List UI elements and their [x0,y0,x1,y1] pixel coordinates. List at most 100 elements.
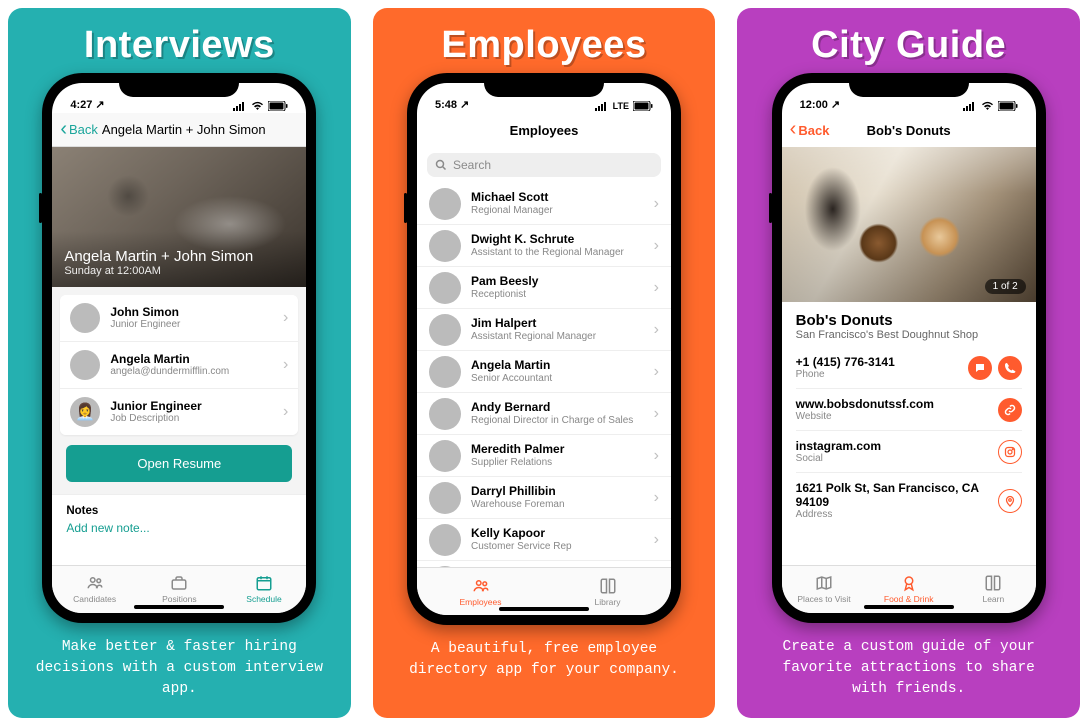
add-note-link[interactable]: Add new note... [52,521,306,549]
chevron-right-icon: › [283,403,288,421]
list-row[interactable]: Andy BernardRegional Director in Charge … [417,393,671,435]
instagram-icon[interactable] [998,440,1022,464]
lte-label: LTE [613,101,629,111]
chevron-right-icon: › [654,321,659,339]
battery-icon [998,101,1018,111]
back-button[interactable]: Back [60,122,98,137]
place-title: Bob's Donuts [796,312,1022,329]
chevron-right-icon: › [283,309,288,327]
phone-icon[interactable] [998,356,1022,380]
info-row: 1621 Polk St, San Francisco, CA 94109Add… [796,472,1022,528]
avatar [429,398,461,430]
panel-title: Interviews [84,24,275,67]
tab-schedule[interactable]: Schedule [222,566,307,613]
people-icon [472,577,490,595]
panel-employees: Employees 5:48↗ LTE Employees Search Mic… [373,8,716,718]
home-indicator[interactable] [499,607,589,611]
chevron-right-icon: › [654,447,659,465]
chevron-right-icon: › [654,531,659,549]
status-time: 5:48 [435,99,457,111]
hero-title: Angela Martin + John Simon [64,248,294,265]
home-indicator[interactable] [134,605,224,609]
list-row[interactable]: Darryl PhillibinWarehouse Foreman› [417,477,671,519]
list-row[interactable]: John SimonJunior Engineer › [60,295,298,342]
hero-image[interactable]: 1 of 2 [782,147,1036,302]
notes-label: Notes [52,494,306,521]
list-row[interactable]: Pam BeeslyReceptionist› [417,267,671,309]
nav-title: Bob's Donuts [867,123,951,138]
open-resume-button[interactable]: Open Resume [66,445,292,482]
home-indicator[interactable] [864,605,954,609]
briefcase-icon [170,574,188,592]
list-row[interactable]: Michael ScottRegional Manager› [417,183,671,225]
chat-icon[interactable] [968,356,992,380]
phone-notch [849,73,969,97]
pin-icon[interactable] [998,489,1022,513]
chevron-right-icon: › [283,356,288,374]
list-row[interactable]: 👩‍💼 Junior EngineerJob Description › [60,389,298,435]
search-icon [435,159,447,171]
status-time: 12:00 [800,99,828,111]
list-row[interactable]: Jim HalpertAssistant Regional Manager› [417,309,671,351]
chevron-right-icon: › [654,237,659,255]
nav-bar: Employees [417,113,671,147]
avatar [429,356,461,388]
calendar-icon [255,574,273,592]
panel-title: City Guide [811,24,1006,67]
panel-city-guide: City Guide 12:00↗ Back Bob's Donuts 1 of… [737,8,1080,718]
people-icon [86,574,104,592]
map-icon [815,574,833,592]
avatar: 👩‍💼 [70,397,100,427]
tab-places[interactable]: Places to Visit [782,566,867,613]
list-row[interactable]: Angela MartinSenior Accountant› [417,351,671,393]
tab-learn[interactable]: Learn [951,566,1036,613]
nav-bar: Back Bob's Donuts [782,113,1036,147]
location-icon: ↗ [95,98,104,111]
list-row[interactable]: Meredith PalmerSupplier Relations› [417,435,671,477]
location-icon: ↗ [831,98,840,111]
chevron-right-icon: › [654,405,659,423]
back-button[interactable]: Back [790,123,830,138]
chevron-right-icon: › [654,363,659,381]
list-row[interactable]: Angela Martinangela@dundermifflin.com › [60,342,298,389]
nav-title: Employees [510,123,579,138]
list-row[interactable]: Dwight K. SchruteAssistant to the Region… [417,225,671,267]
image-pager: 1 of 2 [985,279,1026,294]
phone-mockup: 5:48↗ LTE Employees Search Michael Scott… [407,73,681,625]
location-icon: ↗ [460,98,469,111]
nav-bar: Back Angela Martin + John Simon [52,113,306,147]
ribbon-icon [900,574,918,592]
link-icon[interactable] [998,398,1022,422]
hero-subtitle: Sunday at 12:00AM [64,265,294,277]
status-time: 4:27 [70,99,92,111]
search-input[interactable]: Search [427,153,661,177]
avatar [429,440,461,472]
book-icon [984,574,1002,592]
tab-candidates[interactable]: Candidates [52,566,137,613]
place-subtitle: San Francisco's Best Doughnut Shop [796,329,1022,341]
info-row: +1 (415) 776-3141Phone [796,347,1022,388]
phone-notch [484,73,604,97]
avatar [70,303,100,333]
phone-mockup: 12:00↗ Back Bob's Donuts 1 of 2 Bob's Do… [772,73,1046,623]
hero-image: Angela Martin + John Simon Sunday at 12:… [52,147,306,287]
nav-title: Angela Martin + John Simon [102,122,298,137]
chevron-right-icon: › [654,489,659,507]
phone-mockup: 4:27↗ Back Angela Martin + John Simon An… [42,73,316,623]
signal-icon [233,101,247,111]
avatar [429,482,461,514]
panel-caption: A beautiful, free employee directory app… [399,639,689,681]
wifi-icon [251,101,264,111]
avatar [429,188,461,220]
wifi-icon [981,101,994,111]
battery-icon [268,101,288,111]
info-row: instagram.comSocial [796,430,1022,472]
panel-caption: Make better & faster hiring decisions wi… [34,637,324,700]
panel-caption: Create a custom guide of your favorite a… [764,637,1054,700]
avatar [429,314,461,346]
list-row[interactable]: Kelly KapoorCustomer Service Rep› [417,519,671,561]
signal-icon [595,101,609,111]
panel-title: Employees [441,24,646,67]
book-icon [599,577,617,595]
chevron-right-icon: › [654,195,659,213]
